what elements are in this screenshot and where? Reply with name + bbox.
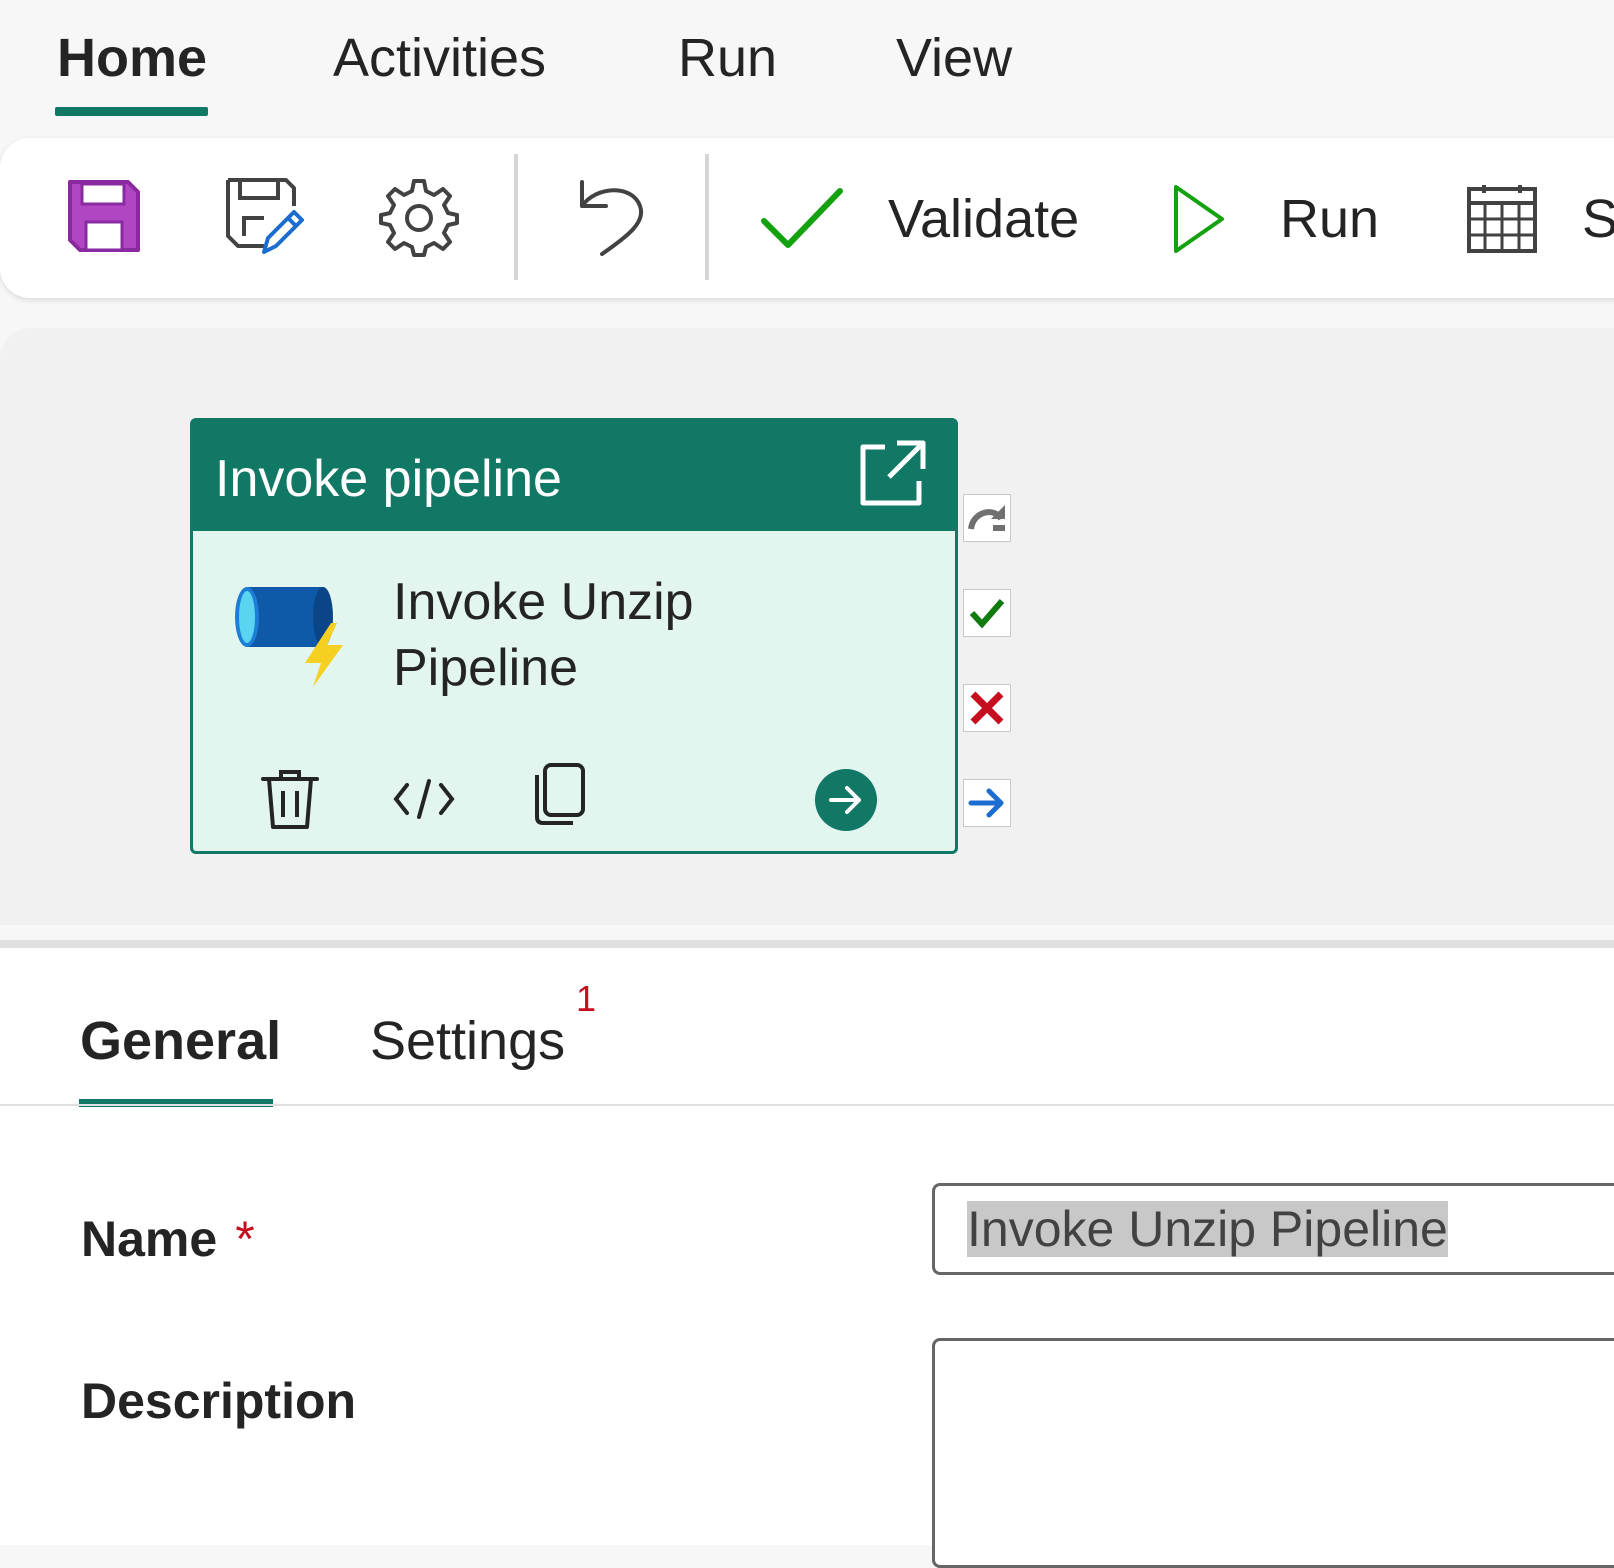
- menu-tab-view[interactable]: View: [896, 28, 1012, 88]
- validate-button[interactable]: Validate: [760, 174, 1079, 264]
- code-icon[interactable]: [393, 777, 455, 821]
- invoke-pipeline-activity[interactable]: Invoke pipeline Invoke Unzip Pipeline: [190, 418, 958, 854]
- delete-icon[interactable]: [259, 767, 321, 833]
- toolbar: Validate Run Sc: [0, 138, 1614, 298]
- completion-arrow-icon: [968, 788, 1004, 818]
- invoke-pipeline-icon: [235, 587, 343, 687]
- toolbar-separator: [514, 154, 518, 280]
- gear-icon: [379, 179, 459, 257]
- activity-name: Invoke Unzip Pipeline: [393, 569, 813, 701]
- tab-settings[interactable]: Settings: [370, 1010, 565, 1072]
- calendar-icon: [1467, 185, 1537, 253]
- activity-name-line2: Pipeline: [393, 639, 579, 697]
- name-label-text: Name: [81, 1211, 218, 1267]
- required-marker: *: [235, 1211, 255, 1267]
- menu-tab-home[interactable]: Home: [57, 28, 207, 88]
- schedule-button[interactable]: Sc: [1466, 178, 1614, 260]
- activity-type-title: Invoke pipeline: [215, 450, 562, 508]
- active-tab-indicator: [55, 107, 208, 116]
- name-input-value: Invoke Unzip Pipeline: [967, 1201, 1448, 1257]
- tab-divider: [0, 1104, 1614, 1106]
- name-field-label: Name *: [81, 1210, 255, 1268]
- open-external-icon[interactable]: [857, 439, 927, 509]
- settings-error-badge: 1: [576, 978, 597, 1019]
- save-icon: [68, 180, 140, 252]
- activity-header: Invoke pipeline: [193, 421, 955, 531]
- panel-resize-divider[interactable]: [0, 940, 1614, 948]
- completion-output-button[interactable]: [963, 779, 1011, 827]
- activity-name-line1: Invoke Unzip: [393, 573, 694, 631]
- skip-icon: [968, 505, 1005, 531]
- success-output-button[interactable]: [963, 589, 1011, 637]
- save-as-button[interactable]: [224, 176, 306, 258]
- copy-icon[interactable]: [529, 761, 589, 827]
- run-button[interactable]: Run: [1172, 174, 1379, 264]
- run-label: Run: [1280, 189, 1380, 249]
- undo-button[interactable]: [576, 176, 648, 258]
- menu-tab-run[interactable]: Run: [678, 28, 777, 88]
- settings-button[interactable]: [378, 176, 460, 258]
- skip-output-button[interactable]: [963, 494, 1011, 542]
- checkmark-icon: [761, 188, 843, 248]
- save-button[interactable]: [66, 178, 142, 254]
- toolbar-separator: [705, 154, 709, 280]
- next-arrow-icon[interactable]: [813, 767, 879, 833]
- tab-general[interactable]: General: [80, 1010, 281, 1072]
- undo-icon: [580, 180, 644, 256]
- menu-tab-activities[interactable]: Activities: [333, 28, 546, 88]
- description-field-label: Description: [81, 1373, 357, 1429]
- success-check-icon: [969, 599, 1005, 628]
- play-icon: [1174, 185, 1224, 253]
- name-input[interactable]: Invoke Unzip Pipeline: [932, 1183, 1614, 1275]
- schedule-label: Sc: [1582, 189, 1614, 249]
- description-input[interactable]: [932, 1338, 1614, 1568]
- save-as-icon: [226, 178, 304, 254]
- failure-x-icon: [970, 691, 1004, 725]
- validate-label: Validate: [888, 189, 1080, 249]
- failure-output-button[interactable]: [963, 684, 1011, 732]
